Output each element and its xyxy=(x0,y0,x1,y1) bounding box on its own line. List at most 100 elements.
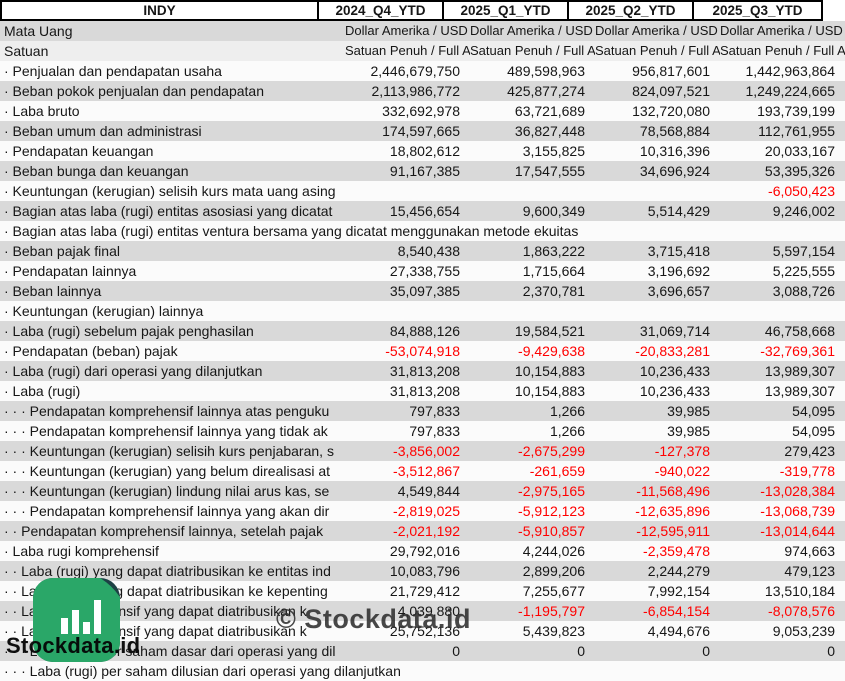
value-cell[interactable]: 29,792,016 xyxy=(345,541,470,561)
value-cell[interactable]: 17,547,555 xyxy=(470,161,595,181)
value-cell[interactable]: 13,510,184 xyxy=(720,581,845,601)
row-label[interactable]: · Laba bruto xyxy=(0,101,345,121)
value-cell[interactable]: 956,817,601 xyxy=(595,61,720,81)
value-cell[interactable]: 4,244,026 xyxy=(470,541,595,561)
meta-cell[interactable]: Dollar Amerika / USD xyxy=(470,21,595,41)
value-cell[interactable]: 0 xyxy=(720,641,845,661)
value-cell[interactable]: 1,266 xyxy=(470,421,595,441)
row-label[interactable]: Satuan xyxy=(0,41,345,61)
row-label[interactable]: · · · Keuntungan (kerugian) lindung nila… xyxy=(0,481,345,501)
value-cell[interactable]: 2,113,986,772 xyxy=(345,81,470,101)
value-cell[interactable]: 1,442,963,864 xyxy=(720,61,845,81)
value-cell[interactable]: 2,244,279 xyxy=(595,561,720,581)
row-label[interactable]: · Laba (rugi) dari operasi yang dilanjut… xyxy=(0,361,345,381)
row-label[interactable]: · Beban umum dan administrasi xyxy=(0,121,345,141)
meta-cell[interactable]: Satuan Penuh / Full A xyxy=(470,41,595,61)
value-cell[interactable]: -13,068,739 xyxy=(720,501,845,521)
value-cell[interactable]: 974,663 xyxy=(720,541,845,561)
value-cell[interactable]: -3,856,002 xyxy=(345,441,470,461)
value-cell[interactable]: 3,196,692 xyxy=(595,261,720,281)
value-cell[interactable]: 3,715,418 xyxy=(595,241,720,261)
value-cell[interactable]: 5,514,429 xyxy=(595,201,720,221)
value-cell[interactable] xyxy=(578,221,703,241)
value-cell[interactable]: 797,833 xyxy=(345,401,470,421)
value-cell[interactable]: 10,154,883 xyxy=(470,381,595,401)
value-cell[interactable]: -940,022 xyxy=(595,461,720,481)
value-cell[interactable]: 53,395,326 xyxy=(720,161,845,181)
value-cell[interactable]: -13,014,644 xyxy=(720,521,845,541)
value-cell[interactable]: 7,255,677 xyxy=(470,581,595,601)
column-header[interactable]: 2024_Q4_YTD xyxy=(319,2,444,19)
value-cell[interactable]: 78,568,884 xyxy=(595,121,720,141)
value-cell[interactable]: 10,236,433 xyxy=(595,381,720,401)
value-cell[interactable]: 1,715,664 xyxy=(470,261,595,281)
value-cell[interactable]: 31,813,208 xyxy=(345,381,470,401)
value-cell[interactable]: 2,899,206 xyxy=(470,561,595,581)
row-label[interactable]: · · · Keuntungan (kerugian) yang belum d… xyxy=(0,461,345,481)
meta-cell[interactable]: Dollar Amerika / USD xyxy=(345,21,470,41)
value-cell[interactable]: 35,097,385 xyxy=(345,281,470,301)
value-cell[interactable]: 84,888,126 xyxy=(345,321,470,341)
value-cell[interactable]: -127,378 xyxy=(595,441,720,461)
value-cell[interactable]: 31,069,714 xyxy=(595,321,720,341)
value-cell[interactable]: -2,819,025 xyxy=(345,501,470,521)
value-cell[interactable]: 3,088,726 xyxy=(720,281,845,301)
row-label[interactable]: · · · Laba (rugi) per saham dilusian dar… xyxy=(0,661,401,681)
value-cell[interactable]: -6,854,154 xyxy=(595,601,720,621)
value-cell[interactable] xyxy=(720,301,845,321)
value-cell[interactable]: 0 xyxy=(470,641,595,661)
row-label[interactable]: · Beban pajak final xyxy=(0,241,345,261)
row-label[interactable]: · Bagian atas laba (rugi) entitas ventur… xyxy=(0,221,578,241)
value-cell[interactable]: 3,155,825 xyxy=(470,141,595,161)
value-cell[interactable]: -8,078,576 xyxy=(720,601,845,621)
value-cell[interactable]: 1,863,222 xyxy=(470,241,595,261)
value-cell[interactable]: -2,675,299 xyxy=(470,441,595,461)
value-cell[interactable]: -2,975,165 xyxy=(470,481,595,501)
value-cell[interactable]: -2,021,192 xyxy=(345,521,470,541)
value-cell[interactable]: 7,992,154 xyxy=(595,581,720,601)
value-cell[interactable]: 112,761,955 xyxy=(720,121,845,141)
value-cell[interactable]: 18,802,612 xyxy=(345,141,470,161)
value-cell[interactable]: -53,074,918 xyxy=(345,341,470,361)
value-cell[interactable] xyxy=(703,221,828,241)
value-cell[interactable]: -12,595,911 xyxy=(595,521,720,541)
value-cell[interactable]: 10,154,883 xyxy=(470,361,595,381)
value-cell[interactable]: 0 xyxy=(345,641,470,661)
row-label[interactable]: Mata Uang xyxy=(0,21,345,41)
row-label[interactable]: · Laba rugi komprehensif xyxy=(0,541,345,561)
value-cell[interactable]: 31,813,208 xyxy=(345,361,470,381)
value-cell[interactable]: -2,359,478 xyxy=(595,541,720,561)
value-cell[interactable] xyxy=(401,661,526,681)
value-cell[interactable]: 824,097,521 xyxy=(595,81,720,101)
value-cell[interactable]: 10,083,796 xyxy=(345,561,470,581)
value-cell[interactable]: 425,877,274 xyxy=(470,81,595,101)
meta-cell[interactable]: Satuan Penuh / Full A xyxy=(720,41,845,61)
value-cell[interactable]: 20,033,167 xyxy=(720,141,845,161)
value-cell[interactable]: -20,833,281 xyxy=(595,341,720,361)
value-cell[interactable]: 19,584,521 xyxy=(470,321,595,341)
value-cell[interactable] xyxy=(470,181,595,201)
value-cell[interactable]: 1,249,224,665 xyxy=(720,81,845,101)
value-cell[interactable]: 36,827,448 xyxy=(470,121,595,141)
value-cell[interactable]: 21,729,412 xyxy=(345,581,470,601)
value-cell[interactable]: 91,167,385 xyxy=(345,161,470,181)
value-cell[interactable]: -9,429,638 xyxy=(470,341,595,361)
value-cell[interactable]: 4,549,844 xyxy=(345,481,470,501)
row-label[interactable]: · · Pendapatan komprehensif lainnya, set… xyxy=(0,521,345,541)
row-label[interactable]: · Beban bunga dan keuangan xyxy=(0,161,345,181)
value-cell[interactable]: -261,659 xyxy=(470,461,595,481)
value-cell[interactable]: -319,778 xyxy=(720,461,845,481)
value-cell[interactable] xyxy=(595,301,720,321)
value-cell[interactable]: 489,598,963 xyxy=(470,61,595,81)
meta-cell[interactable]: Dollar Amerika / USD xyxy=(595,21,720,41)
value-cell[interactable] xyxy=(470,301,595,321)
value-cell[interactable]: 193,739,199 xyxy=(720,101,845,121)
value-cell[interactable]: 4,494,676 xyxy=(595,621,720,641)
value-cell[interactable]: 0 xyxy=(595,641,720,661)
row-label[interactable]: · Beban lainnya xyxy=(0,281,345,301)
row-label[interactable]: · Keuntungan (kerugian) lainnya xyxy=(0,301,345,321)
value-cell[interactable]: -11,568,496 xyxy=(595,481,720,501)
value-cell[interactable]: 46,758,668 xyxy=(720,321,845,341)
value-cell[interactable]: 2,446,679,750 xyxy=(345,61,470,81)
value-cell[interactable] xyxy=(345,181,470,201)
